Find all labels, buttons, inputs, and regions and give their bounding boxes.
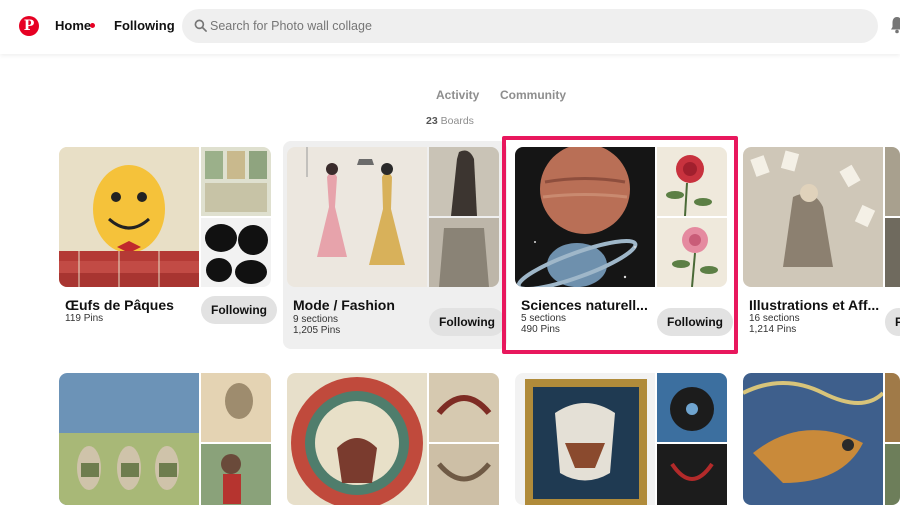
board-card[interactable] [59, 373, 283, 505]
tab-activity[interactable]: Activity [436, 88, 479, 102]
board-card[interactable] [743, 373, 900, 505]
board-cover-thumb [885, 218, 900, 287]
following-button[interactable]: Following [201, 296, 277, 324]
board-cover-thumb [201, 147, 271, 216]
search-input[interactable] [210, 9, 850, 43]
board-cover-thumb [657, 373, 727, 442]
board-cover-thumb [201, 444, 271, 505]
tab-community[interactable]: Community [500, 88, 566, 102]
board-cover[interactable] [743, 373, 900, 505]
board-cover-image [287, 147, 427, 287]
board-card[interactable] [287, 373, 511, 505]
board-title[interactable]: Illustrations et Aff... [749, 297, 889, 313]
board-cover[interactable] [743, 147, 900, 287]
board-card[interactable] [515, 373, 739, 505]
board-cover[interactable] [287, 147, 499, 287]
search-bar[interactable] [182, 9, 878, 43]
following-button[interactable]: F [885, 308, 900, 336]
board-cover-thumb [201, 373, 271, 442]
board-cover-thumb [429, 147, 499, 216]
nav-home-link[interactable]: Home [55, 18, 91, 33]
board-cover-thumb [429, 373, 499, 442]
board-title[interactable]: Mode / Fashion [293, 297, 438, 313]
board-card-oeufs[interactable]: Œufs de Pâques 119 Pins Following [59, 147, 283, 355]
notification-dot-icon [90, 23, 95, 28]
nav-following-link[interactable]: Following [114, 18, 175, 33]
board-cover-thumb [429, 444, 499, 505]
board-title[interactable]: Œufs de Pâques [65, 297, 210, 313]
board-cover-thumb [885, 147, 900, 216]
board-cover-image [515, 373, 655, 505]
board-cover-thumb [657, 444, 727, 505]
board-cover-image [743, 147, 883, 287]
board-cover[interactable] [59, 373, 271, 505]
board-pins-count: 119 Pins [65, 313, 104, 324]
board-pins-count: 1,214 Pins [749, 324, 797, 335]
board-cover[interactable] [515, 373, 727, 505]
board-card-illustrations[interactable]: Illustrations et Aff... 16 sections 1,21… [743, 147, 900, 355]
boards-count-number: 23 [426, 115, 438, 127]
board-card-mode-fashion[interactable]: Mode / Fashion 9 sections 1,205 Pins Fol… [283, 141, 507, 349]
search-icon [194, 19, 207, 32]
board-cover-thumb [201, 218, 271, 287]
pinterest-logo-icon[interactable]: P [19, 16, 39, 36]
board-cover-image [743, 373, 883, 505]
board-cover-image [287, 373, 427, 505]
board-cover-thumb [429, 218, 499, 287]
bell-icon[interactable] [890, 16, 900, 34]
board-sections-count: 9 sections [293, 314, 339, 325]
following-button[interactable]: Following [429, 308, 505, 336]
top-header: P Home Following [0, 0, 900, 54]
board-pins-count: 1,205 Pins [293, 325, 341, 336]
board-sections-count: 16 sections [749, 313, 800, 324]
board-cover-thumb [885, 444, 900, 505]
highlight-frame [502, 136, 738, 354]
board-cover-image [59, 147, 199, 287]
board-cover[interactable] [287, 373, 499, 505]
boards-count-label: Boards [440, 115, 474, 127]
boards-count: 23 Boards [0, 115, 900, 127]
board-cover[interactable] [59, 147, 271, 287]
board-cover-image [59, 373, 199, 505]
board-cover-thumb [885, 373, 900, 442]
